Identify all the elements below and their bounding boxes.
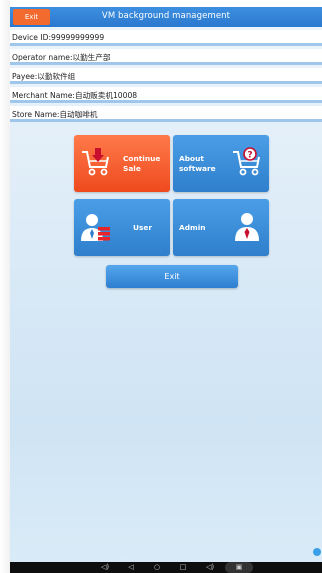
- about-software-label-line2: software: [179, 164, 216, 173]
- continue-sale-label-line2: Sale: [123, 164, 141, 173]
- volume-down-icon[interactable]: ◁): [98, 562, 112, 573]
- svg-text:?: ?: [247, 151, 252, 161]
- page-title: VM background management: [101, 11, 231, 21]
- store-name-row: Store Name:自动咖啡机: [10, 106, 322, 122]
- user-tile[interactable]: User: [74, 199, 170, 256]
- about-software-label-line1: About: [179, 154, 204, 163]
- device-id-row: Device ID:99999999999: [10, 30, 322, 46]
- exit-button-main[interactable]: Exit: [106, 265, 238, 288]
- continue-sale-label-line1: Continue: [123, 154, 161, 163]
- app-screen: Exit VM background management Device ID:…: [10, 7, 322, 562]
- left-bezel: [0, 0, 10, 573]
- home-icon[interactable]: ○: [150, 562, 164, 573]
- merchant-name-row: Merchant Name:自动贩卖机10008: [10, 87, 322, 103]
- recents-icon[interactable]: □: [176, 562, 190, 573]
- floating-assist-icon[interactable]: [313, 548, 321, 556]
- title-bar: Exit VM background management: [10, 7, 322, 27]
- about-software-tile[interactable]: About software ?: [173, 135, 269, 192]
- back-icon[interactable]: ◁: [124, 562, 138, 573]
- admin-label: Admin: [179, 223, 206, 232]
- continue-sale-tile[interactable]: Continue Sale: [74, 135, 170, 192]
- user-label: User: [133, 223, 153, 232]
- admin-person-icon: [235, 213, 259, 241]
- user-person-icon: [81, 214, 110, 241]
- volume-up-icon[interactable]: ◁): [203, 562, 217, 573]
- system-navigation-bar: ◁) ◁ ○ □ ◁) ▣: [10, 562, 322, 573]
- admin-tile[interactable]: Admin: [173, 199, 269, 256]
- cart-download-icon: [82, 148, 109, 176]
- payee-row: Payee:以勤软件组: [10, 68, 322, 84]
- cart-question-icon: ?: [233, 147, 260, 176]
- top-bezel: [0, 0, 322, 7]
- operator-name-row: Operator name:以勤生产部: [10, 49, 322, 65]
- screenshot-icon[interactable]: ▣: [225, 562, 253, 573]
